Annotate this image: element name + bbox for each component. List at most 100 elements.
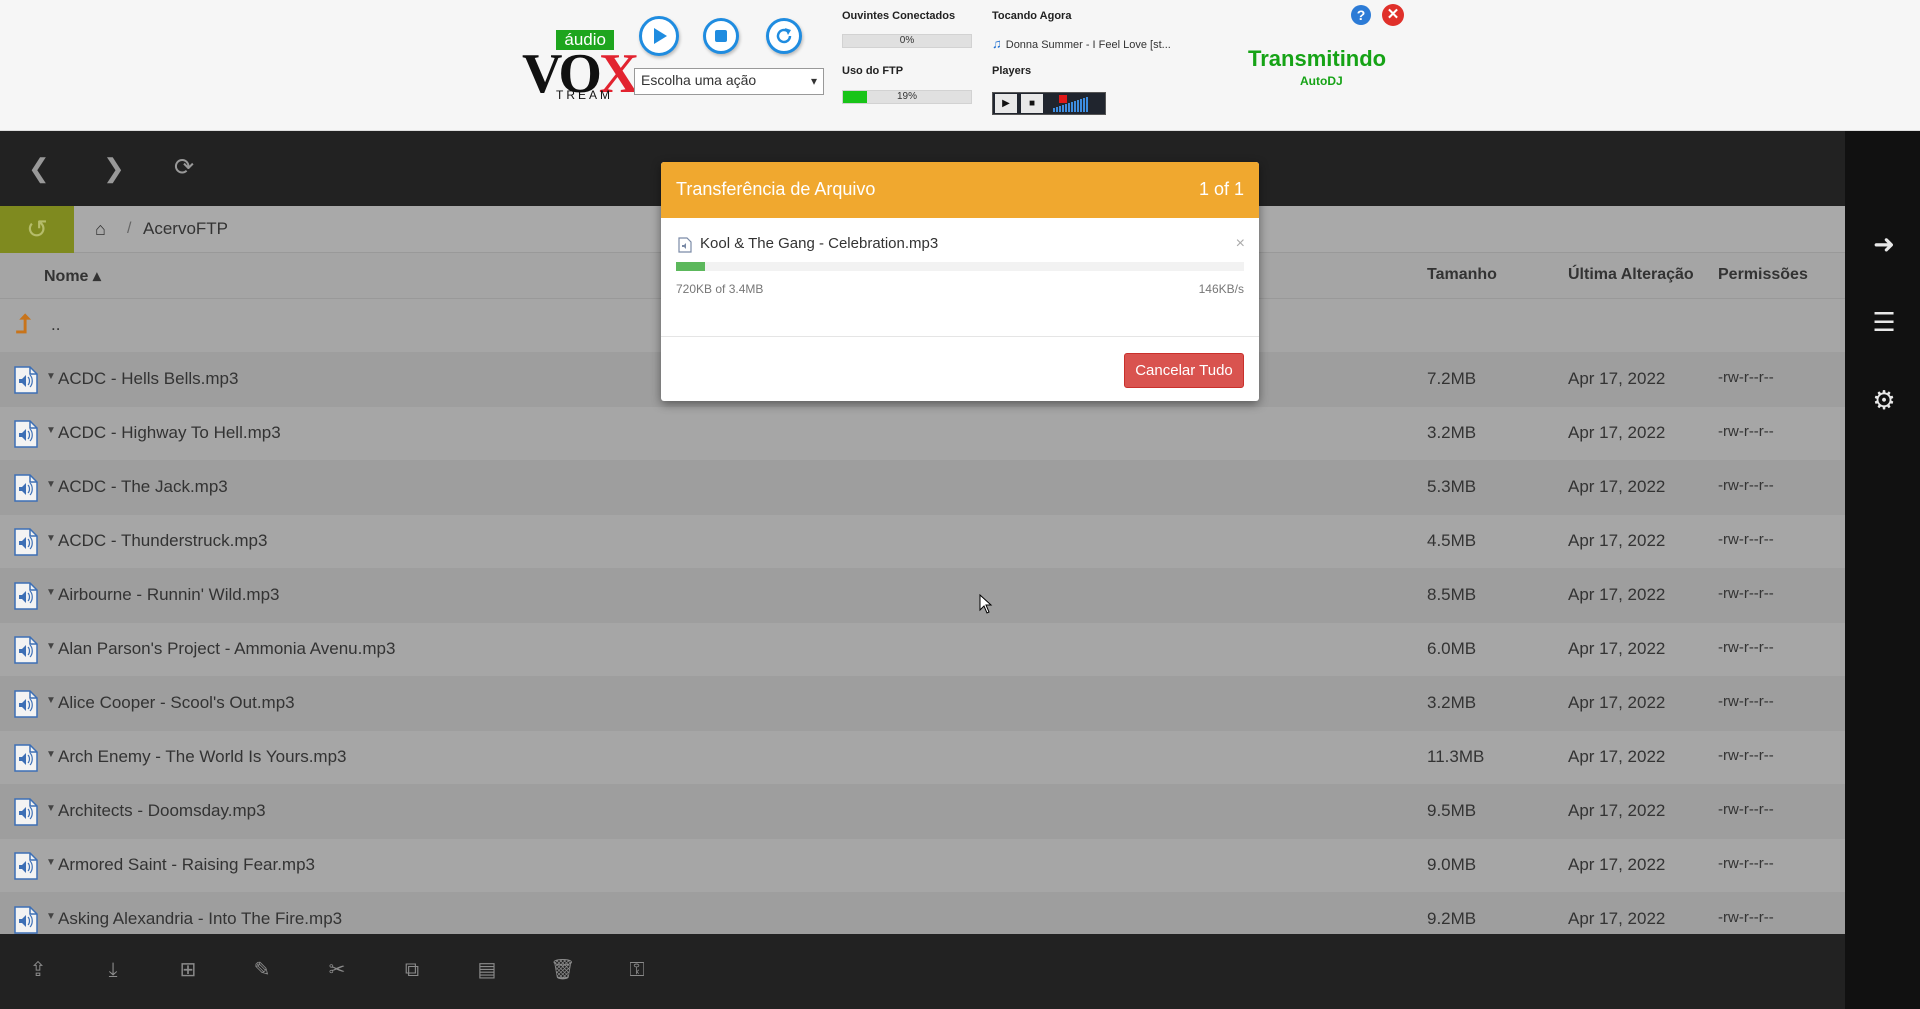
caret-down-icon[interactable]: ▼ [46, 479, 56, 490]
chevron-left-icon[interactable]: ❮ [28, 153, 50, 184]
logo-tream: TREAM [556, 88, 613, 102]
stop-icon [715, 30, 727, 42]
table-row[interactable]: ▼ Asking Alexandria - Into The Fire.mp3 9.… [0, 893, 1845, 934]
play-icon: ▶ [1002, 98, 1010, 109]
action-select[interactable]: Escolha uma ação ▾ [634, 68, 824, 95]
audio-file-icon [13, 473, 39, 503]
player-stop-button[interactable]: ■ [1021, 94, 1043, 113]
file-permissions: -rw-r--r-- [1718, 855, 1774, 872]
file-name[interactable]: ACDC - The Jack.mp3 [58, 477, 228, 497]
caret-down-icon[interactable]: ▼ [46, 803, 56, 814]
file-date: Apr 17, 2022 [1568, 747, 1666, 766]
file-size: 11.3MB [1427, 747, 1485, 766]
audio-file-icon [13, 419, 39, 449]
stop-button[interactable] [703, 18, 739, 54]
file-name[interactable]: Arch Enemy - The World Is Yours.mp3 [58, 747, 347, 767]
table-row[interactable]: ▼ Architects - Doomsday.mp3 9.5MB Apr 17, 2… [0, 785, 1845, 839]
file-name[interactable]: Asking Alexandria - Into The Fire.mp3 [58, 909, 342, 929]
caret-down-icon[interactable]: ▼ [46, 371, 56, 382]
history-icon[interactable]: ↺ [0, 206, 74, 253]
file-date: Apr 17, 2022 [1568, 639, 1666, 658]
file-date: Apr 17, 2022 [1568, 531, 1666, 550]
gear-icon[interactable]: ⚙ [1869, 385, 1899, 415]
file-name[interactable]: ACDC - Hells Bells.mp3 [58, 369, 238, 389]
caret-down-icon[interactable]: ▼ [46, 533, 56, 544]
caret-down-icon[interactable]: ▼ [46, 911, 56, 922]
delete-icon[interactable]: 🗑 [550, 958, 575, 982]
voxstream-logo: áudio VOX TREAM [522, 28, 639, 104]
file-permissions: -rw-r--r-- [1718, 585, 1774, 602]
table-row[interactable]: ▼ Airbourne - Runnin' Wild.mp3 8.5MB Apr 17… [0, 569, 1845, 623]
chevron-right-icon[interactable]: ❯ [103, 153, 125, 184]
column-permissions[interactable]: Permissões [1718, 266, 1808, 284]
caret-down-icon[interactable]: ▼ [46, 749, 56, 760]
server-icon[interactable]: ☰ [1869, 307, 1899, 337]
players-label: Players [992, 65, 1032, 77]
caret-down-icon[interactable]: ▼ [46, 641, 56, 652]
audio-file-icon [13, 689, 39, 719]
file-date: Apr 17, 2022 [1568, 801, 1666, 820]
file-permissions: -rw-r--r-- [1718, 747, 1774, 764]
file-permissions: -rw-r--r-- [1718, 693, 1774, 710]
file-permissions: -rw-r--r-- [1718, 909, 1774, 926]
home-icon[interactable]: ⌂ [95, 219, 106, 240]
table-row[interactable]: ▼ Alan Parson's Project - Ammonia Avenu.m… [0, 623, 1845, 677]
table-row[interactable]: ▼ Alice Cooper - Scool's Out.mp3 3.2MB Apr … [0, 677, 1845, 731]
file-name[interactable]: ACDC - Highway To Hell.mp3 [58, 423, 281, 443]
upload-icon[interactable]: ⇪ [26, 958, 50, 982]
audio-file-icon [13, 743, 39, 773]
file-date: Apr 17, 2022 [1568, 477, 1666, 496]
audio-file-icon [678, 237, 692, 253]
file-date: Apr 17, 2022 [1568, 855, 1666, 874]
file-size: 9.5MB [1427, 801, 1477, 820]
rename-icon[interactable]: ✎ [250, 958, 274, 982]
audio-file-icon [13, 851, 39, 881]
table-row[interactable]: ▼ ACDC - Thunderstruck.mp3 4.5MB Apr 17, 20… [0, 515, 1845, 569]
file-permissions: -rw-r--r-- [1718, 423, 1774, 440]
restart-button[interactable] [766, 18, 802, 54]
paste-icon[interactable]: ▤ [475, 958, 499, 982]
play-button[interactable] [639, 16, 679, 56]
now-playing-track: ♫ Donna Summer - I Feel Love [st... [992, 36, 1171, 51]
refresh-icon[interactable]: ⟳ [174, 153, 194, 182]
login-icon[interactable]: ➜ [1869, 229, 1899, 259]
file-name[interactable]: Airbourne - Runnin' Wild.mp3 [58, 585, 280, 605]
ftp-usage-bar-fill [843, 91, 868, 103]
player-play-button[interactable]: ▶ [995, 94, 1017, 113]
breadcrumb-current-folder[interactable]: AcervoFTP [143, 219, 228, 239]
download-icon[interactable]: ⤓ [101, 958, 125, 982]
copy-icon[interactable]: ⧉ [400, 958, 424, 982]
table-row[interactable]: ▼ Arch Enemy - The World Is Yours.mp3 11.3… [0, 731, 1845, 785]
file-name[interactable]: Armored Saint - Raising Fear.mp3 [58, 855, 315, 875]
column-size[interactable]: Tamanho [1427, 266, 1497, 284]
file-name[interactable]: Alice Cooper - Scool's Out.mp3 [58, 693, 295, 713]
cancel-all-button[interactable]: Cancelar Tudo [1124, 353, 1244, 388]
column-name[interactable]: Nome ▴ [44, 266, 101, 286]
permissions-icon[interactable]: ⚿ [625, 958, 649, 982]
file-date: Apr 17, 2022 [1568, 693, 1666, 712]
file-name[interactable]: ACDC - Thunderstruck.mp3 [58, 531, 267, 551]
right-sidebar: ➜ ☰ ⚙ [1845, 131, 1920, 1009]
file-size: 5.3MB [1427, 477, 1477, 496]
close-icon[interactable]: ✕ [1382, 4, 1404, 26]
caret-down-icon[interactable]: ▼ [46, 425, 56, 436]
table-row[interactable]: ▼ ACDC - The Jack.mp3 5.3MB Apr 17, 2022 -rw… [0, 461, 1845, 515]
file-size: 6.0MB [1427, 639, 1477, 658]
divider [661, 336, 1259, 337]
file-date: Apr 17, 2022 [1568, 585, 1666, 604]
new-folder-icon[interactable]: ⊞ [176, 958, 200, 982]
caret-down-icon[interactable]: ▼ [46, 587, 56, 598]
caret-down-icon[interactable]: ▼ [46, 857, 56, 868]
table-row[interactable]: ▼ Armored Saint - Raising Fear.mp3 9.0MB Ap… [0, 839, 1845, 893]
cut-icon[interactable]: ✂ [325, 958, 349, 982]
file-size: 4.5MB [1427, 531, 1477, 550]
file-name[interactable]: Alan Parson's Project - Ammonia Avenu.mp… [58, 639, 395, 659]
file-transfer-modal: Transferência de Arquivo 1 of 1 Kool & T… [661, 162, 1259, 401]
caret-down-icon[interactable]: ▼ [46, 695, 56, 706]
help-icon[interactable]: ? [1351, 5, 1371, 25]
close-icon[interactable]: × [1236, 235, 1245, 253]
file-name[interactable]: Architects - Doomsday.mp3 [58, 801, 266, 821]
column-modified[interactable]: Última Alteração [1568, 266, 1694, 284]
table-row[interactable]: ▼ ACDC - Highway To Hell.mp3 3.2MB Apr 17, … [0, 407, 1845, 461]
play-icon [654, 28, 667, 44]
